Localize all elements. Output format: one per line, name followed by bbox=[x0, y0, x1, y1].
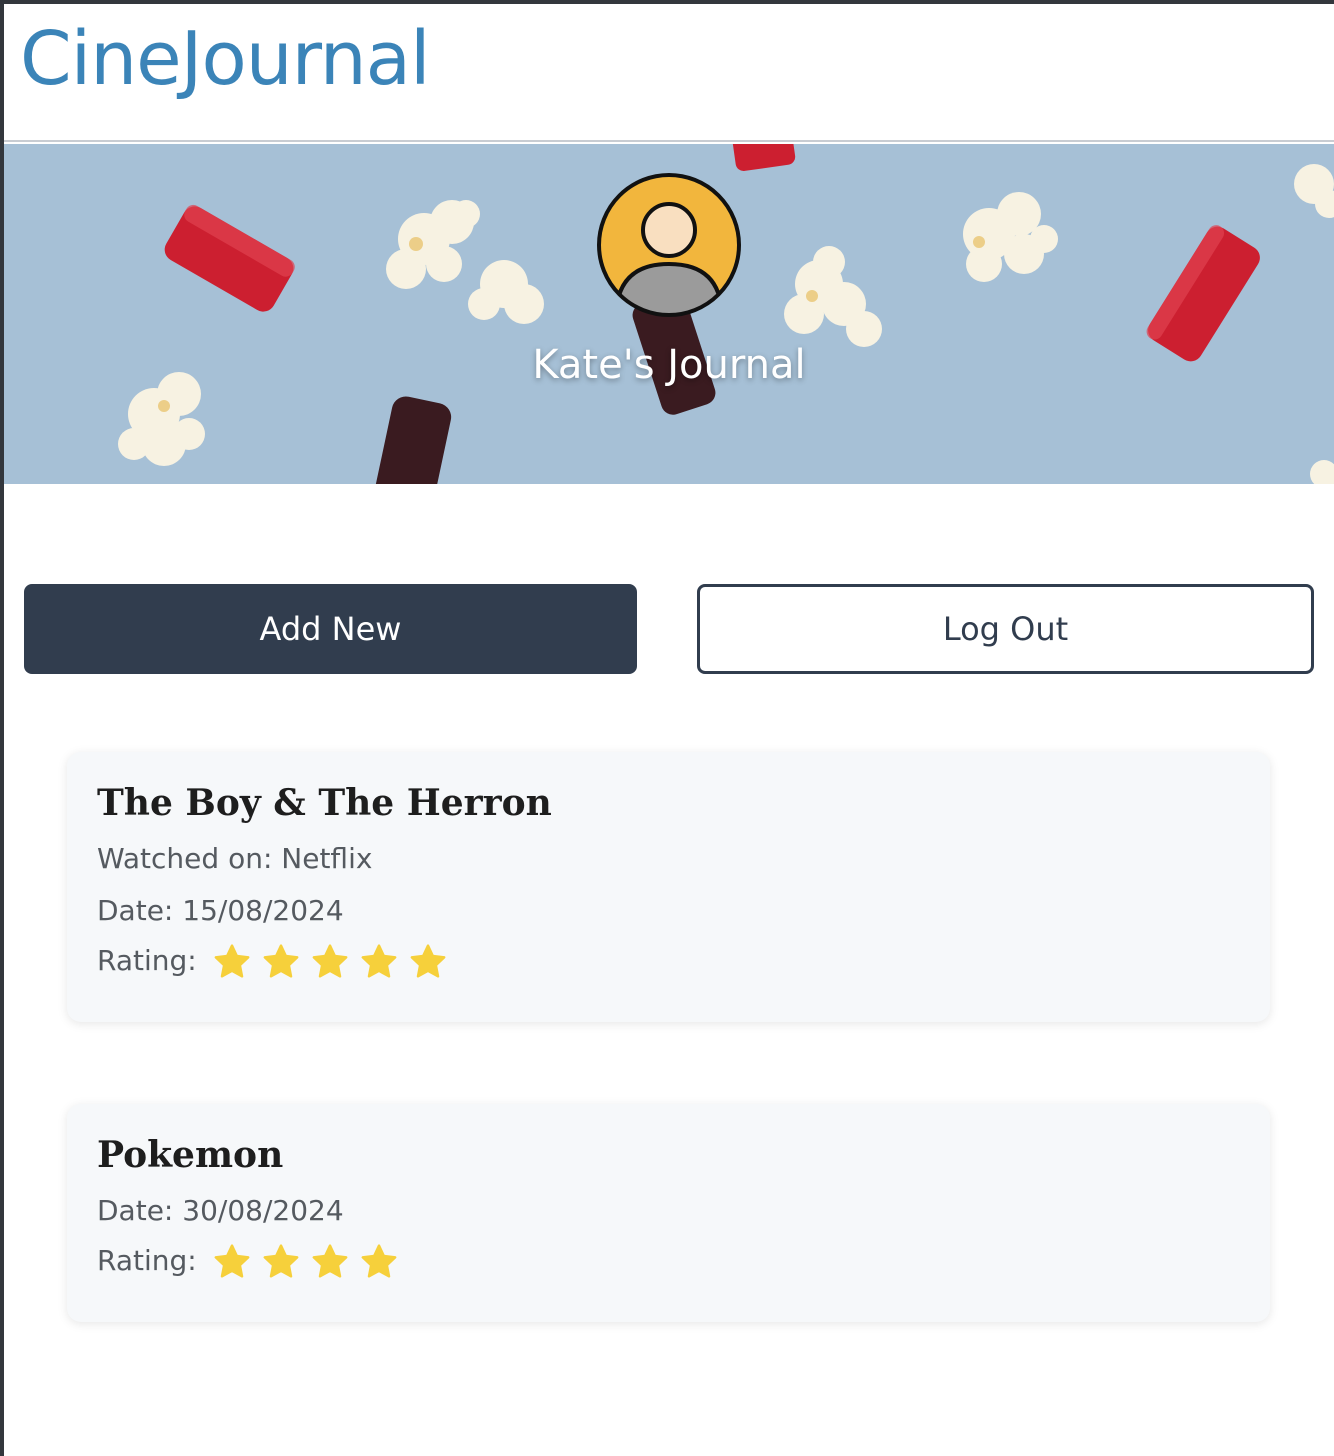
entry-title: Pokemon bbox=[97, 1134, 284, 1176]
star-icon bbox=[361, 1244, 397, 1278]
journal-title: Kate's Journal bbox=[532, 342, 806, 388]
entry-watched-on: Watched on: Netflix bbox=[97, 842, 373, 875]
rating-stars bbox=[212, 1242, 408, 1282]
brand-logo[interactable]: CineJournal bbox=[20, 22, 431, 96]
star-icon bbox=[312, 944, 348, 978]
star-icon bbox=[361, 944, 397, 978]
header: CineJournal bbox=[4, 4, 1334, 142]
entry-title: The Boy & The Herron bbox=[97, 782, 552, 824]
rating-stars bbox=[212, 942, 457, 982]
add-new-button[interactable]: Add New bbox=[24, 584, 637, 674]
star-icon bbox=[312, 1244, 348, 1278]
journal-entry-card[interactable]: The Boy & The Herron Watched on: Netflix… bbox=[67, 752, 1270, 1022]
entry-date: Date: 30/08/2024 bbox=[97, 1194, 344, 1227]
user-avatar-icon[interactable] bbox=[596, 172, 742, 318]
star-icon bbox=[263, 1244, 299, 1278]
rating-label: Rating: bbox=[97, 1244, 197, 1277]
app-root: CineJournal Kate's Journal Add New Log O… bbox=[4, 4, 1334, 1456]
star-icon bbox=[263, 944, 299, 978]
star-icon bbox=[410, 944, 446, 978]
rating-label: Rating: bbox=[97, 944, 197, 977]
entry-rating-row: Rating: bbox=[97, 942, 457, 982]
entry-rating-row: Rating: bbox=[97, 1242, 408, 1282]
star-icon bbox=[214, 944, 250, 978]
profile-banner: Kate's Journal bbox=[4, 144, 1334, 484]
journal-entry-card[interactable]: Pokemon Date: 30/08/2024 Rating: bbox=[67, 1104, 1270, 1322]
log-out-button[interactable]: Log Out bbox=[697, 584, 1314, 674]
star-icon bbox=[214, 1244, 250, 1278]
entry-date: Date: 15/08/2024 bbox=[97, 894, 344, 927]
